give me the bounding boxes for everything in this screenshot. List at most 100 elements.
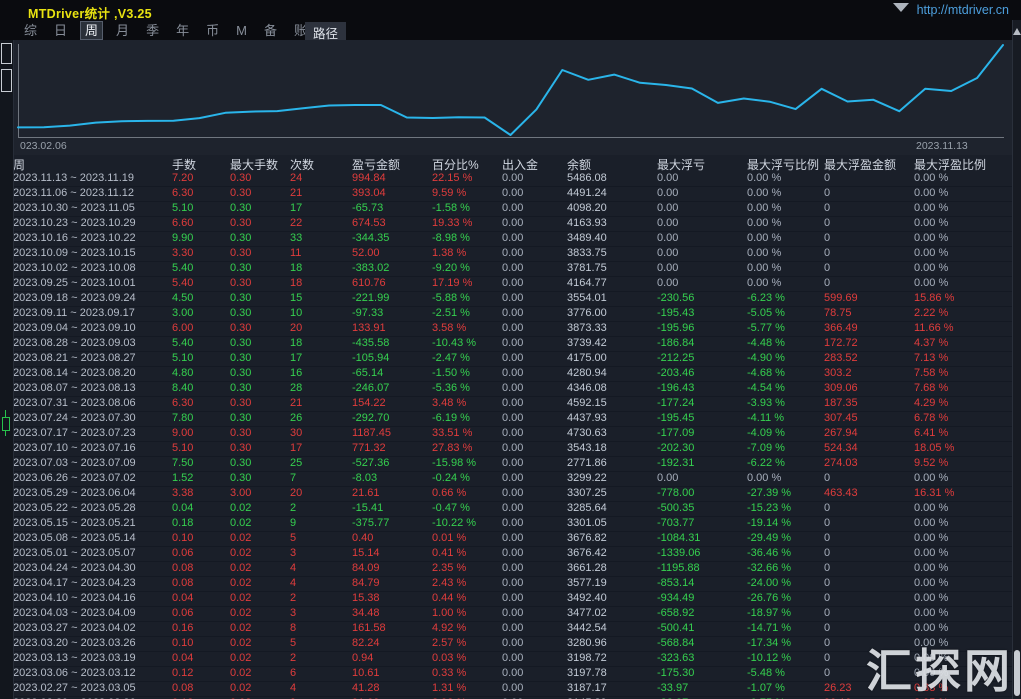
table-row[interactable]: 2023.07.03 ~ 2023.07.09 7.50 0.30 25 -527.36… xyxy=(0,457,1021,472)
menu-item-备[interactable]: 备 xyxy=(260,22,281,39)
cell-max-lots: 0.02 xyxy=(230,562,252,574)
menu-item-日[interactable]: 日 xyxy=(50,22,71,39)
cell-max-float-profit-pct: 0.00 % xyxy=(914,607,949,619)
table-row[interactable]: 2023.06.26 ~ 2023.07.02 1.52 0.30 7 -8.03 -0.… xyxy=(0,472,1021,487)
cell-max-float-profit-pct: 0.00 % xyxy=(914,592,949,604)
table-row[interactable]: 2023.09.04 ~ 2023.09.10 6.00 0.30 20 133.91 3… xyxy=(0,322,1021,337)
table-row[interactable]: 2023.09.18 ~ 2023.09.24 4.50 0.30 15 -221.99… xyxy=(0,292,1021,307)
cell-week: 2023.09.25 ~ 2023.10.01 xyxy=(13,277,136,289)
cell-max-lots: 0.30 xyxy=(230,202,252,214)
menu-item-年[interactable]: 年 xyxy=(172,22,193,39)
vertical-scrollbar[interactable] xyxy=(1012,20,1021,699)
cell-max-float-profit-pct: 0.00 % xyxy=(914,562,949,574)
cell-week: 2023.09.04 ~ 2023.09.10 xyxy=(13,322,136,334)
cell-max-float-loss: -934.49 xyxy=(657,592,695,604)
cell-max-float-loss: -1084.31 xyxy=(657,532,701,544)
table-row[interactable]: 2023.04.17 ~ 2023.04.23 0.08 0.02 4 84.79 2.4… xyxy=(0,577,1021,592)
scroll-up-arrow-icon[interactable] xyxy=(1013,28,1021,35)
cell-trades: 7 xyxy=(290,472,297,484)
table-row[interactable]: 2023.05.22 ~ 2023.05.28 0.04 0.02 2 -15.41 -0… xyxy=(0,502,1021,517)
table-row[interactable]: 2023.11.13 ~ 2023.11.19 7.20 0.30 24 994.84 2… xyxy=(0,172,1021,187)
menu-item-币[interactable]: 币 xyxy=(202,22,223,39)
table-row[interactable]: 2023.05.15 ~ 2023.05.21 0.18 0.02 9 -375.77 -… xyxy=(0,517,1021,532)
table-row[interactable]: 2023.10.16 ~ 2023.10.22 9.90 0.30 33 -344.35… xyxy=(0,232,1021,247)
panel-handle[interactable] xyxy=(1,69,12,92)
col-header-trades: 次数 xyxy=(290,158,315,172)
cell-week: 2023.10.23 ~ 2023.10.29 xyxy=(13,217,136,229)
cell-balance: 3280.96 xyxy=(567,637,607,649)
cell-in-out: 0.00 xyxy=(502,412,524,424)
cell-in-out: 0.00 xyxy=(502,367,524,379)
table-row[interactable]: 2023.10.23 ~ 2023.10.29 6.60 0.30 22 674.53 1… xyxy=(0,217,1021,232)
cell-max-float-loss-pct: -17.34 % xyxy=(747,637,792,649)
cell-max-float-profit-pct: 9.52 % xyxy=(914,457,949,469)
caret-down-icon[interactable] xyxy=(893,3,909,12)
cell-max-float-profit-pct: 15.86 % xyxy=(914,292,955,304)
cell-max-float-profit: 524.34 xyxy=(824,442,858,454)
table-row[interactable]: 2023.07.24 ~ 2023.07.30 7.80 0.30 26 -292.70… xyxy=(0,412,1021,427)
cell-trades: 11 xyxy=(290,247,302,259)
cell-week: 2023.07.03 ~ 2023.07.09 xyxy=(13,457,136,469)
cell-pnl: 84.79 xyxy=(352,577,380,589)
scrollbar-thumb[interactable] xyxy=(1014,650,1020,696)
table-row[interactable]: 2023.08.28 ~ 2023.09.03 5.40 0.30 18 -435.58… xyxy=(0,337,1021,352)
cell-balance: 3661.28 xyxy=(567,562,607,574)
cell-trades: 10 xyxy=(290,307,303,319)
cell-lots: 0.16 xyxy=(172,622,194,634)
table-row[interactable]: 2023.11.06 ~ 2023.11.12 6.30 0.30 21 393.04 9… xyxy=(0,187,1021,202)
cell-max-float-loss: 0.00 xyxy=(657,247,679,259)
cell-pnl: 154.22 xyxy=(352,397,386,409)
menu-item-M[interactable]: M xyxy=(232,22,251,39)
table-row[interactable]: 2023.05.29 ~ 2023.06.04 3.38 3.00 20 21.61 0.… xyxy=(0,487,1021,502)
cell-balance: 5486.08 xyxy=(567,172,607,184)
cell-balance: 3492.40 xyxy=(567,592,607,604)
cell-pnl: -221.99 xyxy=(352,292,390,304)
cell-pnl-pct: 0.44 % xyxy=(432,592,467,604)
cell-pnl-pct: -5.36 % xyxy=(432,382,470,394)
cell-lots: 0.06 xyxy=(172,607,194,619)
cell-lots: 0.08 xyxy=(172,577,194,589)
table-row[interactable]: 2023.05.01 ~ 2023.05.07 0.06 0.02 3 15.14 0.4… xyxy=(0,547,1021,562)
table-row[interactable]: 2023.08.14 ~ 2023.08.20 4.80 0.30 16 -65.14 -… xyxy=(0,367,1021,382)
table-row[interactable]: 2023.08.07 ~ 2023.08.13 8.40 0.30 28 -246.07… xyxy=(0,382,1021,397)
menu-item-综[interactable]: 综 xyxy=(20,22,41,39)
cell-week: 2023.04.17 ~ 2023.04.23 xyxy=(13,577,136,589)
chart-start-date: 023.02.06 xyxy=(20,140,67,152)
cell-max-float-profit: 0 xyxy=(824,472,831,484)
cell-in-out: 0.00 xyxy=(502,262,524,274)
cell-pnl-pct: -0.24 % xyxy=(432,472,470,484)
table-row[interactable]: 2023.04.03 ~ 2023.04.09 0.06 0.02 3 34.48 1.0… xyxy=(0,607,1021,622)
cell-pnl: 771.32 xyxy=(352,442,386,454)
cell-balance: 3301.05 xyxy=(567,517,607,529)
table-row[interactable]: 2023.07.17 ~ 2023.07.23 9.00 0.30 30 1187.45… xyxy=(0,427,1021,442)
table-row[interactable]: 2023.10.02 ~ 2023.10.08 5.40 0.30 18 -383.02… xyxy=(0,262,1021,277)
cell-max-float-profit: 0 xyxy=(824,232,831,244)
menu-item-周[interactable]: 周 xyxy=(80,20,104,40)
table-row[interactable]: 2023.07.10 ~ 2023.07.16 5.10 0.30 17 771.32 2… xyxy=(0,442,1021,457)
table-row[interactable]: 2023.05.08 ~ 2023.05.14 0.10 0.02 5 0.40 0.01… xyxy=(0,532,1021,547)
table-row[interactable]: 2023.04.10 ~ 2023.04.16 0.04 0.02 2 15.38 0.4… xyxy=(0,592,1021,607)
table-row[interactable]: 2023.10.30 ~ 2023.11.05 5.10 0.30 17 -65.73 -… xyxy=(0,202,1021,217)
col-header-in-out: 出入金 xyxy=(502,158,539,172)
table-row[interactable]: 2023.04.24 ~ 2023.04.30 0.08 0.02 4 84.09 2.3… xyxy=(0,562,1021,577)
cell-lots: 7.80 xyxy=(172,412,194,424)
balance-chart: 023.02.06 2023.11.13 xyxy=(0,40,1021,155)
cell-pnl-pct: -0.47 % xyxy=(432,502,470,514)
cell-max-float-loss: -202.30 xyxy=(657,442,695,454)
cell-max-float-loss: -230.56 xyxy=(657,292,695,304)
cell-max-float-loss: -195.96 xyxy=(657,322,695,334)
menu-item-月[interactable]: 月 xyxy=(112,22,133,39)
cell-max-float-loss: -196.43 xyxy=(657,382,695,394)
cell-pnl: 994.84 xyxy=(352,172,386,184)
cell-max-lots: 0.30 xyxy=(230,382,252,394)
table-row[interactable]: 2023.09.11 ~ 2023.09.17 3.00 0.30 10 -97.33 -… xyxy=(0,307,1021,322)
table-row[interactable]: 2023.09.25 ~ 2023.10.01 5.40 0.30 18 610.76 1… xyxy=(0,277,1021,292)
table-row[interactable]: 2023.07.31 ~ 2023.08.06 6.30 0.30 21 154.22 3… xyxy=(0,397,1021,412)
cell-pnl: -65.14 xyxy=(352,367,384,379)
menu-item-季[interactable]: 季 xyxy=(142,22,163,39)
table-row[interactable]: 2023.10.09 ~ 2023.10.15 3.30 0.30 11 52.00 1.… xyxy=(0,247,1021,262)
cell-pnl: -15.41 xyxy=(352,502,384,514)
website-link[interactable]: http://mtdriver.cn xyxy=(917,3,1009,17)
table-row[interactable]: 2023.08.21 ~ 2023.08.27 5.10 0.30 17 -105.94… xyxy=(0,352,1021,367)
panel-handle[interactable] xyxy=(1,43,12,64)
